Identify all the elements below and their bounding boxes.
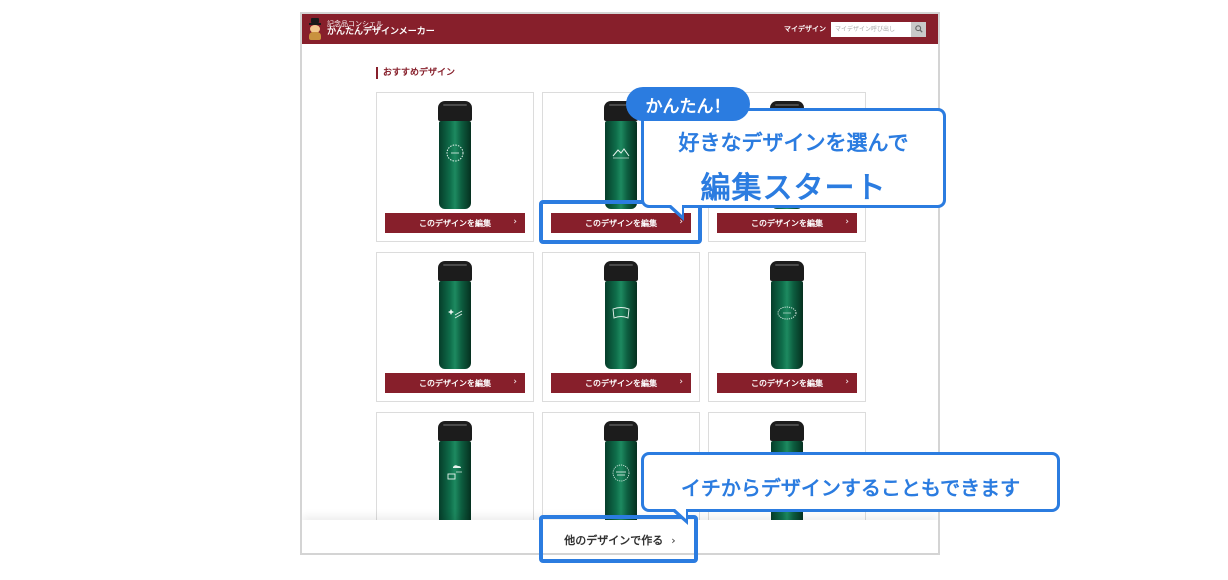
edit-design-label: このデザインを編集 — [751, 218, 823, 228]
callout-choose-line2: 編集スタート — [700, 171, 887, 206]
book-outline-icon — [612, 307, 630, 319]
design-card[interactable]: このデザインを編集 › — [376, 92, 534, 242]
brand-title: かんたんデザインメーカー — [327, 26, 435, 37]
bottle-image — [769, 261, 805, 369]
bottle-image — [437, 101, 473, 209]
chevron-right-icon: › — [679, 377, 683, 387]
edit-design-button[interactable]: このデザインを編集 › — [385, 213, 525, 233]
bottle-image — [437, 261, 473, 369]
wreath-emblem-icon — [446, 144, 464, 162]
sparkle-text-icon — [448, 309, 463, 319]
design-card[interactable]: このデザインを編集 › — [376, 252, 534, 402]
design-card[interactable]: このデザインを編集 › — [542, 252, 700, 402]
bottle-image — [437, 421, 473, 529]
chevron-right-icon: › — [513, 217, 517, 227]
callout-scratch-line1: イチからデザインすることもできます — [680, 476, 1021, 500]
edit-design-label: このデザインを編集 — [419, 218, 491, 228]
brand-logo[interactable]: 記念品コンシェル かんたんデザインメーカー — [308, 18, 435, 40]
callout-choose-design: 好きなデザインを選んで 編集スタート — [641, 108, 946, 208]
bottle-image — [603, 421, 639, 529]
edit-design-label: このデザインを編集 — [585, 378, 657, 388]
edit-design-button[interactable]: このデザインを編集 › — [551, 373, 691, 393]
edit-design-label: このデザインを編集 — [751, 378, 823, 388]
section-title: おすすめデザイン — [376, 67, 455, 79]
edit-design-button[interactable]: このデザインを編集 › — [717, 213, 857, 233]
mascot-icon — [308, 18, 322, 40]
text-badge-icon — [612, 464, 630, 482]
mydesign-label: マイデザイン — [784, 25, 826, 33]
search-icon — [914, 25, 923, 33]
design-card[interactable]: このデザインを編集 › — [708, 252, 866, 402]
edit-design-label: このデザインを編集 — [419, 378, 491, 388]
search-button[interactable] — [911, 21, 926, 37]
app-header: 記念品コンシェル かんたんデザインメーカー マイデザイン — [302, 14, 938, 44]
callout-from-scratch: イチからデザインすることもできます — [641, 452, 1060, 512]
edit-design-button[interactable]: このデザインを編集 › — [385, 373, 525, 393]
callout-choose-line1: 好きなデザインを選んで — [678, 131, 909, 155]
chevron-right-icon: › — [845, 377, 849, 387]
mountain-emblem-icon — [612, 148, 630, 159]
cloud-house-icon — [447, 465, 462, 480]
chevron-right-icon: › — [513, 377, 517, 387]
edit-design-button[interactable]: このデザインを編集 › — [717, 373, 857, 393]
mydesign-search-input[interactable] — [831, 21, 911, 37]
bottle-image — [603, 261, 639, 369]
chevron-right-icon: › — [845, 217, 849, 227]
oval-wreath-icon — [777, 306, 797, 320]
easy-tag: かんたん！ — [626, 87, 750, 121]
